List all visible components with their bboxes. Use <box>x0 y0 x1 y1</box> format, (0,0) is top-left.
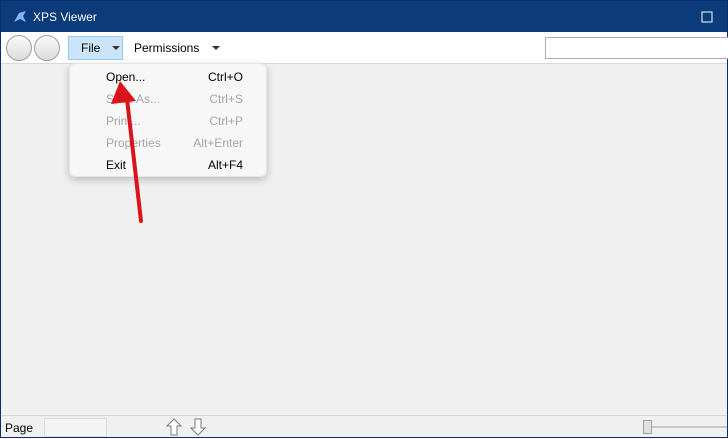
xps-viewer-window: XPS Viewer File Permissions Open... Ctrl… <box>0 0 728 438</box>
zoom-slider[interactable] <box>641 419 727 435</box>
navigation-buttons <box>6 35 62 61</box>
forward-button[interactable] <box>34 35 60 61</box>
next-page-button[interactable] <box>189 418 207 436</box>
menu-item-label: Save As... <box>106 92 161 106</box>
permissions-menu-label: Permissions <box>134 41 200 55</box>
menu-item-print: Print... Ctrl+P <box>70 110 266 132</box>
previous-page-button[interactable] <box>165 418 183 436</box>
zoom-slider-thumb[interactable] <box>643 420 652 434</box>
menu-item-label: Print... <box>106 114 141 128</box>
window-title: XPS Viewer <box>33 9 97 24</box>
menu-item-label: Exit <box>106 158 127 172</box>
arrow-down-icon <box>189 418 207 436</box>
menu-item-shortcut: Ctrl+P <box>209 114 243 128</box>
menu-item-shortcut: Alt+Enter <box>193 136 243 150</box>
file-menu-button[interactable]: File <box>68 36 123 60</box>
toolbar: File Permissions <box>1 32 728 64</box>
zoom-slider-track <box>649 426 727 428</box>
xps-viewer-icon <box>13 10 27 24</box>
search-input[interactable] <box>545 37 728 59</box>
page-number-input[interactable] <box>44 418 107 437</box>
file-menu-label: File <box>81 41 101 55</box>
chevron-down-icon <box>112 46 121 50</box>
back-button[interactable] <box>6 35 32 61</box>
permissions-menu-button[interactable]: Permissions <box>128 36 223 60</box>
menu-item-exit[interactable]: Exit Alt+F4 <box>70 154 266 176</box>
menu-item-open[interactable]: Open... Ctrl+O <box>70 66 266 88</box>
menu-item-label: Open... <box>106 70 146 84</box>
file-dropdown-menu: Open... Ctrl+O Save As... Ctrl+S Print..… <box>69 63 267 177</box>
status-bar: Page <box>1 415 727 437</box>
page-label: Page <box>5 421 34 435</box>
menu-item-properties: Properties Alt+Enter <box>70 132 266 154</box>
title-bar: XPS Viewer <box>1 1 727 32</box>
chevron-down-icon <box>212 46 221 50</box>
arrow-up-icon <box>165 418 183 436</box>
menu-item-label: Properties <box>106 136 161 150</box>
menu-item-shortcut: Ctrl+O <box>207 70 243 84</box>
menu-item-shortcut: Ctrl+S <box>209 92 243 106</box>
window-controls[interactable] <box>701 11 713 23</box>
menu-item-save-as: Save As... Ctrl+S <box>70 88 266 110</box>
menu-item-shortcut: Alt+F4 <box>207 158 243 172</box>
